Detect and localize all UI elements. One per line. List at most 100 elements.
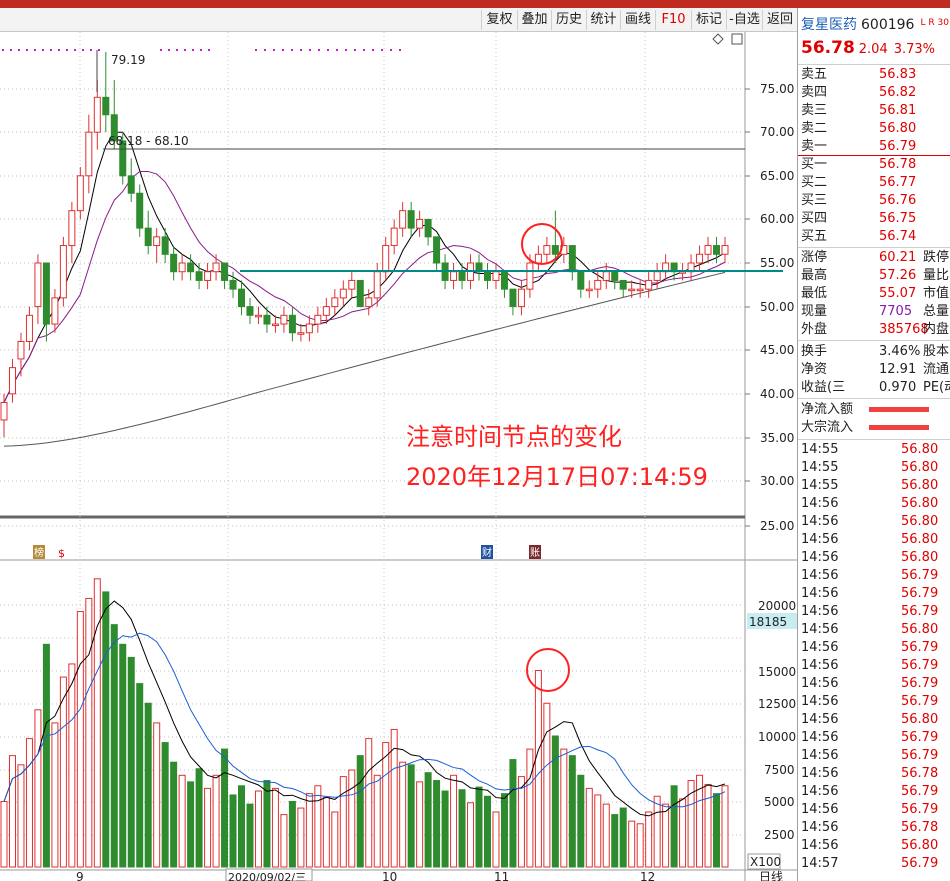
volume-bar: [119, 643, 127, 868]
dot-marker: [184, 49, 186, 51]
trade-time: 14:56: [801, 514, 839, 529]
price-tick: 70.00: [760, 125, 794, 139]
dot-marker: [327, 49, 329, 51]
moving-average-lines: [3, 131, 726, 447]
restore-rights-button[interactable]: 复权: [481, 10, 517, 30]
candle-body: [416, 218, 424, 229]
volume-bar: [399, 761, 407, 868]
candle-body: [331, 297, 339, 308]
candle-body: [653, 271, 661, 281]
volume-bar: [551, 735, 559, 868]
trade-price: 56.80: [901, 478, 939, 493]
stat-row-value: 7705: [879, 304, 913, 319]
ma5-line: [3, 131, 726, 403]
remove-watchlist-button[interactable]: -自选: [726, 10, 762, 30]
f10-button[interactable]: F10: [655, 10, 691, 30]
dividend-marker[interactable]: $: [58, 547, 65, 560]
candle-body: [85, 131, 93, 177]
trade-time: 14:56: [801, 550, 839, 565]
candle-body: [577, 271, 585, 290]
candle-body: [713, 245, 721, 255]
window-icon[interactable]: [731, 33, 743, 45]
flow-label: 净流入额: [801, 402, 854, 417]
dot-marker: [381, 49, 383, 51]
volume-bar: [25, 738, 33, 868]
trade-price: 56.80: [901, 514, 939, 529]
kline-chart[interactable]: 79.19 68.18 - 68.10 75.00 70.00 65.00 60…: [0, 32, 797, 881]
volume-bar: [34, 709, 42, 868]
mark-button[interactable]: 标记: [691, 10, 726, 30]
candle-body: [254, 314, 262, 318]
stock-name[interactable]: 复星医药: [801, 17, 857, 33]
volume-bar: [314, 785, 322, 868]
candle-body: [305, 323, 313, 334]
candle-body: [0, 402, 8, 421]
fund-row-value: 12.91: [879, 362, 917, 377]
trade-time: 14:56: [801, 694, 839, 709]
volume-bar: [271, 787, 279, 868]
range-price-label: 68.18 - 68.10: [108, 134, 189, 148]
bid-row-label: 买四: [801, 211, 828, 226]
dot-marker: [264, 49, 266, 51]
draw-line-button[interactable]: 画线: [620, 10, 655, 30]
candle-body: [93, 96, 101, 133]
volume-bar: [568, 755, 576, 868]
candle-body: [221, 262, 229, 281]
dot-marker: [372, 49, 374, 51]
fund-row-label2: PE(动: [923, 380, 950, 395]
flow-bar: [869, 425, 929, 430]
volume-bar: [229, 794, 237, 868]
overlay-button[interactable]: 叠加: [517, 10, 551, 30]
stat-row-label: 最高: [801, 268, 828, 283]
diamond-icon[interactable]: [712, 33, 724, 45]
ask-row-value: 56.83: [879, 67, 917, 82]
candle-body: [721, 245, 729, 255]
candle-body: [170, 253, 178, 273]
dot-marker: [10, 49, 12, 51]
dot-marker: [42, 49, 44, 51]
dot-marker: [168, 49, 170, 51]
annotation-text: 注意时间节点的变化 2020年12月17日07:14:59: [406, 417, 708, 497]
volume-bar: [628, 820, 636, 868]
volume-bar: [619, 807, 627, 868]
volume-bars: [0, 578, 729, 868]
history-button[interactable]: 历史: [551, 10, 586, 30]
quote-panel: 复星医药 600196 L R 30 56.78 2.04 3.73% 卖五 56.83…: [797, 8, 950, 881]
dot-marker: [399, 49, 401, 51]
fund-row-label2: 股本: [923, 344, 950, 359]
trade-time: 14:55: [801, 442, 839, 457]
candle-body: [102, 96, 110, 116]
candle-body: [483, 271, 491, 281]
price-tick: 75.00: [760, 82, 794, 96]
candle-body: [399, 210, 407, 229]
dot-marker: [336, 49, 338, 51]
trade-time: 14:56: [801, 640, 839, 655]
volume-bar: [679, 798, 687, 868]
high-price-label: 79.19: [111, 53, 145, 67]
volume-bar: [110, 624, 118, 868]
back-button[interactable]: 返回: [762, 10, 797, 30]
candle-body: [127, 175, 135, 194]
price-tick: 60.00: [760, 212, 794, 226]
volume-bar: [636, 823, 644, 868]
candle-body: [280, 314, 288, 325]
candle-body: [25, 314, 33, 342]
volume-bar: [305, 793, 313, 868]
candle-body: [229, 279, 237, 290]
trade-time: 14:56: [801, 838, 839, 853]
volume-bar: [263, 780, 271, 868]
volume-bar: [195, 768, 203, 868]
dot-marker: [255, 49, 257, 51]
trade-price: 56.79: [901, 586, 939, 601]
candle-body: [153, 236, 161, 247]
trade-time: 14:56: [801, 784, 839, 799]
volume-bar: [51, 722, 59, 868]
volume-bar: [76, 611, 84, 868]
ask-row-value: 56.82: [879, 85, 917, 100]
candle-body: [611, 271, 619, 281]
statistics-button[interactable]: 统计: [586, 10, 620, 30]
volume-bar: [136, 683, 144, 868]
trade-price: 56.80: [901, 442, 939, 457]
volume-bar: [611, 814, 619, 868]
chart-toolbar: 复权 叠加 历史 统计 画线 F10 标记 -自选 返回: [0, 8, 797, 32]
